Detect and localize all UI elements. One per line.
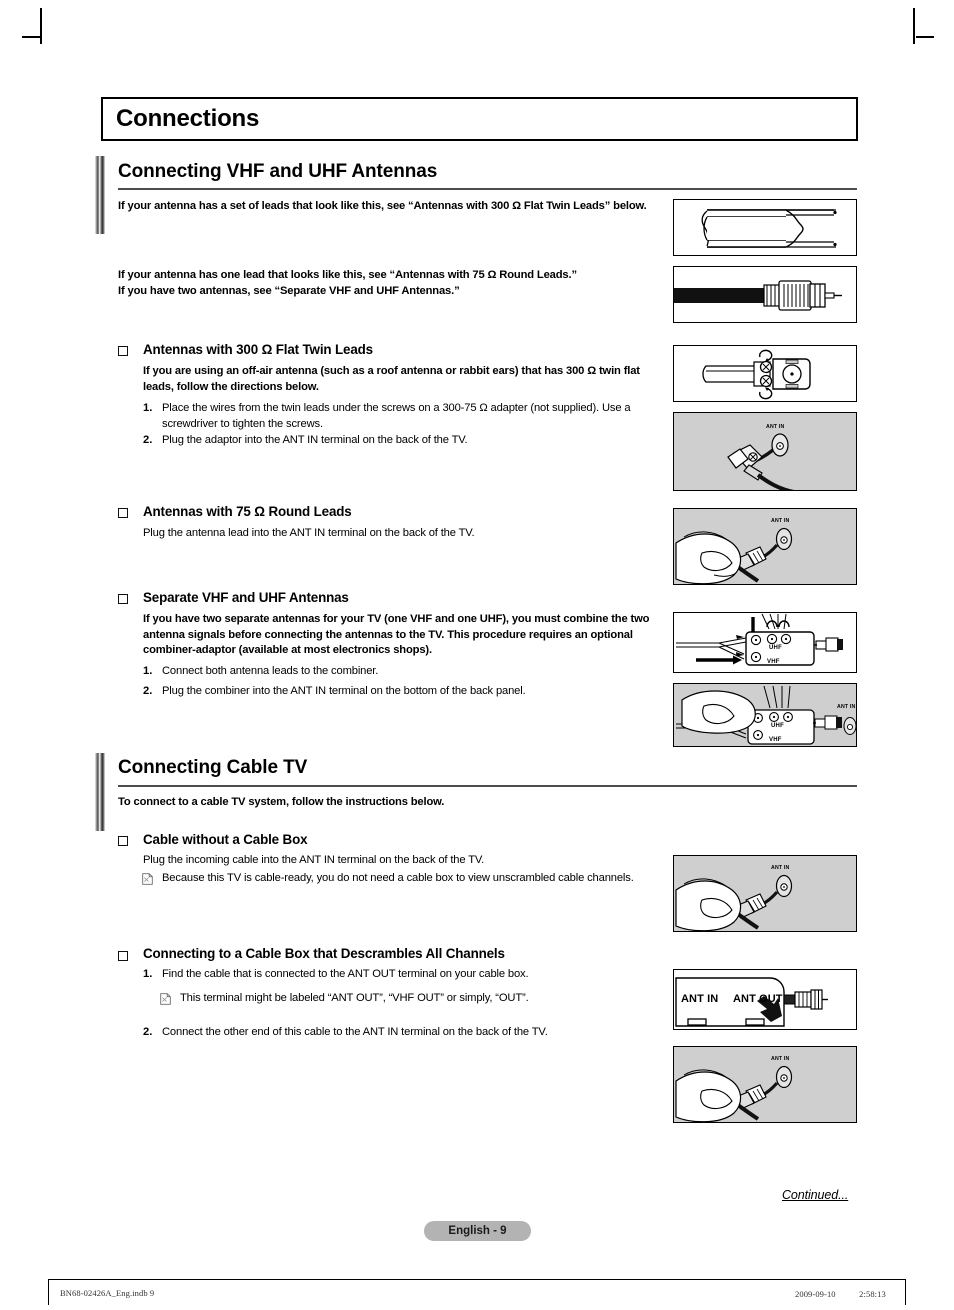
figure-label-ant-in: ANT IN <box>771 518 790 524</box>
step-text: Connect the other end of this cable to t… <box>162 1026 548 1038</box>
step-number: 1. <box>143 665 153 677</box>
step-text: Connect both antenna leads to the combin… <box>162 665 379 677</box>
figure-ant-in-hand-cable-2: ANT IN <box>673 1046 857 1123</box>
section-heading-2: Connecting Cable TV <box>118 757 308 778</box>
section-1-intro-2-line-2: If you have two antennas, see “Separate … <box>118 285 460 297</box>
subsection-heading-cable-no-box: Cable without a Cable Box <box>143 832 308 847</box>
figure-label-ant-in: ANT IN <box>681 993 719 1005</box>
subsection-cable-no-box-note: Because this TV is cable-ready, you do n… <box>162 872 634 884</box>
figure-300-75-adapter <box>673 345 857 402</box>
subsection-descrambler-note: This terminal might be labeled “ANT OUT”… <box>180 992 529 1004</box>
figure-label-ant-in: ANT IN <box>766 424 785 430</box>
step-number: 2. <box>143 685 153 697</box>
subsection-separate-lead: If you have two separate antennas for yo… <box>143 613 650 656</box>
step-text: Plug the combiner into the ANT IN termin… <box>162 685 526 697</box>
page-title: Connections <box>116 105 260 132</box>
figure-label-ant-in: ANT IN <box>771 1056 790 1062</box>
note-icon <box>160 992 171 1005</box>
section-1-intro-1: If your antenna has a set of leads that … <box>118 200 647 212</box>
crop-mark-top-left-h <box>22 36 40 38</box>
square-bullet-icon <box>118 594 128 604</box>
section-rule-1 <box>118 188 857 190</box>
imprint-filename: BN68-02426A_Eng.indb 9 <box>60 1288 155 1298</box>
figure-ant-in-hand-round-lead: ANT IN <box>673 508 857 585</box>
step-text: Plug the adaptor into the ANT IN termina… <box>162 434 468 446</box>
section-accent-bar-1 <box>95 156 105 234</box>
imprint-tick-right <box>905 1279 906 1305</box>
crop-mark-top-right-v <box>913 8 915 44</box>
note-icon <box>142 872 153 885</box>
square-bullet-icon <box>118 508 128 518</box>
step-number: 1. <box>143 402 153 414</box>
square-bullet-icon <box>118 836 128 846</box>
imprint-time: 2:58:13 <box>859 1289 886 1299</box>
crop-mark-top-right-h <box>916 36 934 38</box>
subsection-heading-separate: Separate VHF and UHF Antennas <box>143 590 349 605</box>
section-accent-bar-2 <box>95 753 105 831</box>
chapter-title-box: Connections <box>101 97 858 141</box>
page-number-badge: English - 9 <box>424 1221 531 1241</box>
subsection-heading-75ohm: Antennas with 75 Ω Round Leads <box>143 504 352 519</box>
figure-round-lead-connector <box>673 266 857 323</box>
crop-mark-top-left-v <box>40 8 42 44</box>
figure-flat-twin-leads <box>673 199 857 256</box>
figure-label-ant-in: ANT IN <box>771 865 790 871</box>
section-heading-1: Connecting VHF and UHF Antennas <box>118 161 438 182</box>
imprint-unrendered-glyphs <box>838 1289 857 1299</box>
figure-cable-box-terminals: ANT IN ANT OUT <box>673 969 857 1030</box>
subsection-75ohm-lead: Plug the antenna lead into the ANT IN te… <box>143 527 475 539</box>
section-rule-2 <box>118 785 857 787</box>
imprint-divider <box>48 1279 906 1280</box>
step-text: Find the cable that is connected to the … <box>162 968 529 980</box>
imprint-date: 2009-09-10 <box>795 1289 836 1299</box>
figure-label-ant-in: ANT IN <box>837 704 856 710</box>
step-number: 2. <box>143 434 153 446</box>
figure-combiner-hand: UHF VHF ANT IN <box>673 683 857 747</box>
imprint-tick-left <box>48 1279 49 1305</box>
square-bullet-icon <box>118 951 128 961</box>
subsection-heading-descrambler-box: Connecting to a Cable Box that Descrambl… <box>143 946 505 961</box>
figure-ant-in-adapter: ANT IN <box>673 412 857 491</box>
subsection-cable-no-box-lead: Plug the incoming cable into the ANT IN … <box>143 854 485 866</box>
figure-label-uhf: UHF <box>769 645 782 651</box>
figure-ant-in-hand-cable: ANT IN <box>673 855 857 932</box>
figure-label-uhf: UHF <box>771 723 784 729</box>
square-bullet-icon <box>118 346 128 356</box>
section-1-intro-2-line-1: If your antenna has one lead that looks … <box>118 269 577 281</box>
imprint-timestamp: 2009-09-10 2:58:13 <box>795 1288 886 1300</box>
figure-label-ant-out: ANT OUT <box>733 993 783 1005</box>
figure-label-vhf: VHF <box>767 659 780 665</box>
step-number: 2. <box>143 1026 153 1038</box>
subsection-300ohm-lead: If you are using an off-air antenna (suc… <box>143 365 640 393</box>
figure-label-vhf: VHF <box>769 737 782 743</box>
document-page: Connections Connecting VHF and UHF Anten… <box>0 0 954 1310</box>
page-number-label: English - 9 <box>448 1225 507 1237</box>
step-text: Place the wires from the twin leads unde… <box>162 402 631 430</box>
continued-label: Continued... <box>782 1188 849 1202</box>
subsection-heading-300ohm: Antennas with 300 Ω Flat Twin Leads <box>143 342 373 357</box>
step-number: 1. <box>143 968 153 980</box>
figure-combiner: UHF VHF <box>673 612 857 673</box>
section-2-intro-1: To connect to a cable TV system, follow … <box>118 796 445 808</box>
